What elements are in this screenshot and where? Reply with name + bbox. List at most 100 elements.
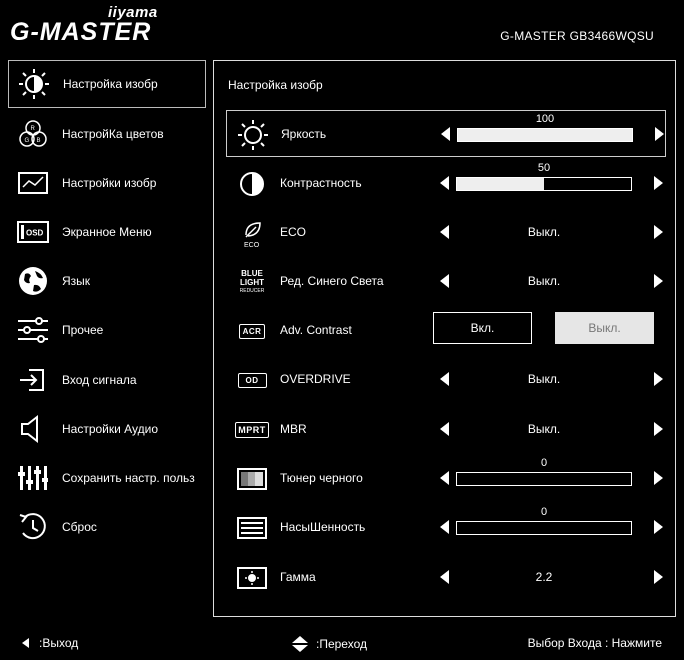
- input-signal-icon: [16, 363, 50, 397]
- increase-arrow-icon[interactable]: [654, 520, 663, 534]
- mprt-icon: MPRT: [235, 414, 269, 446]
- slider-value: 0: [540, 457, 548, 469]
- increase-arrow-icon[interactable]: [654, 570, 663, 584]
- saturation-slider[interactable]: [456, 521, 632, 535]
- footer-exit-label: :Выход: [39, 636, 79, 650]
- option-value: Выкл.: [527, 372, 561, 386]
- decrease-arrow-icon[interactable]: [440, 520, 449, 534]
- acr-icon: ACR: [236, 315, 268, 347]
- left-arrow-icon: [22, 638, 29, 648]
- increase-arrow-icon[interactable]: [654, 422, 663, 436]
- sidebar-item-color[interactable]: RG B НастройКа цветов: [8, 109, 206, 158]
- row-label: Контрастность: [280, 176, 362, 190]
- row-brightness[interactable]: Яркость 100: [226, 110, 666, 157]
- up-down-arrow-icon: [292, 636, 308, 652]
- gmaster-logo: G-MASTER: [10, 18, 152, 46]
- sidebar-item-label: НастройКа цветов: [62, 126, 164, 141]
- row-saturation[interactable]: НасыШенность 0: [226, 504, 666, 551]
- increase-arrow-icon[interactable]: [654, 176, 663, 190]
- panel-title: Настройка изобр: [228, 78, 323, 92]
- sidebar-item-label: Сохранить настр. польз: [62, 470, 195, 485]
- increase-arrow-icon[interactable]: [654, 471, 663, 485]
- option-value: Выкл.: [527, 225, 561, 239]
- row-contrast[interactable]: Контрастность 50: [226, 160, 666, 207]
- sidebar-item-label: Сброс: [62, 520, 97, 535]
- svg-text:R: R: [31, 126, 36, 132]
- brightness-icon: [17, 67, 51, 101]
- sidebar-item-save-user[interactable]: Сохранить настр. польз: [8, 453, 206, 502]
- svg-text:G: G: [25, 138, 30, 144]
- sidebar-item-reset[interactable]: Сброс: [8, 503, 206, 552]
- decrease-arrow-icon[interactable]: [440, 570, 449, 584]
- slider-fill: [457, 178, 544, 190]
- row-label: Adv. Contrast: [280, 323, 352, 337]
- slider-value: 0: [540, 506, 548, 518]
- svg-text:REDUCER: REDUCER: [240, 288, 265, 294]
- sidebar-item-label: Экранное Меню: [62, 224, 152, 239]
- rgb-color-icon: RG B: [16, 117, 50, 151]
- slider-fill: [458, 129, 632, 141]
- row-label: Тюнер черного: [280, 471, 363, 485]
- sliders-icon: [16, 313, 50, 347]
- toggle-on-button[interactable]: Вкл.: [433, 312, 532, 344]
- toggle-off-button[interactable]: Выкл.: [555, 312, 654, 344]
- black-tuner-slider[interactable]: [456, 472, 632, 486]
- sidebar-item-label: Настройка изобр: [63, 77, 158, 91]
- acr-icon-text: ACR: [238, 323, 266, 339]
- row-label: Яркость: [281, 127, 327, 141]
- equalizer-icon: [16, 461, 50, 495]
- sidebar-item-label: Настройки изобр: [62, 175, 157, 190]
- increase-arrow-icon[interactable]: [654, 274, 663, 288]
- sidebar-item-label: Язык: [62, 274, 91, 289]
- sidebar-item-label: Настройки Аудио: [62, 421, 159, 436]
- row-blue-light[interactable]: BLUE LIGHT REDUCER Ред. Синего Света Выкл.: [226, 258, 666, 305]
- decrease-arrow-icon[interactable]: [441, 127, 450, 141]
- eco-leaf-icon: ECO: [236, 217, 268, 249]
- sidebar-menu: Настройка изобр RG B НастройКа цветов Нас…: [8, 60, 206, 552]
- contrast-icon: [236, 168, 268, 200]
- increase-arrow-icon[interactable]: [654, 225, 663, 239]
- decrease-arrow-icon[interactable]: [440, 372, 449, 386]
- contrast-slider[interactable]: [456, 177, 632, 191]
- row-label: НасыШенность: [280, 520, 366, 534]
- row-label: MBR: [280, 422, 307, 436]
- brightness-icon: [237, 119, 269, 151]
- sidebar-item-language[interactable]: Язык: [8, 257, 206, 306]
- option-value: 2.2: [535, 570, 553, 584]
- slider-value: 50: [537, 162, 551, 174]
- black-tuner-icon: [236, 463, 268, 495]
- speaker-icon: [16, 412, 50, 446]
- decrease-arrow-icon[interactable]: [440, 225, 449, 239]
- row-overdrive[interactable]: OD OVERDRIVE Выкл.: [226, 356, 666, 403]
- sidebar-item-input[interactable]: Вход сигнала: [8, 355, 206, 404]
- row-mbr[interactable]: MPRT MBR Выкл.: [226, 406, 666, 453]
- sidebar-item-osd[interactable]: OSD Экранное Меню: [8, 207, 206, 256]
- decrease-arrow-icon[interactable]: [440, 422, 449, 436]
- row-adv-contrast[interactable]: ACR Adv. Contrast Вкл. Выкл.: [226, 307, 666, 354]
- row-label: Гамма: [280, 570, 316, 584]
- od-icon: OD: [236, 364, 268, 396]
- sidebar-item-misc[interactable]: Прочее: [8, 306, 206, 355]
- sidebar-item-image-settings[interactable]: Настройки изобр: [8, 158, 206, 207]
- sidebar-item-audio[interactable]: Настройки Аудио: [8, 404, 206, 453]
- decrease-arrow-icon[interactable]: [440, 274, 449, 288]
- settings-panel: Настройка изобр Яркость 100 Контрастност…: [213, 60, 676, 617]
- decrease-arrow-icon[interactable]: [440, 176, 449, 190]
- row-gamma[interactable]: Гамма 2.2: [226, 554, 666, 601]
- brightness-slider[interactable]: [457, 128, 633, 142]
- option-value: Выкл.: [527, 274, 561, 288]
- row-label: ECO: [280, 225, 307, 239]
- svg-text:B: B: [37, 138, 41, 144]
- decrease-arrow-icon[interactable]: [440, 471, 449, 485]
- increase-arrow-icon[interactable]: [655, 127, 664, 141]
- row-black-tuner[interactable]: Тюнер черного 0: [226, 455, 666, 502]
- osd-icon: OSD: [16, 215, 50, 249]
- row-eco[interactable]: ECO ECO Выкл.: [226, 209, 666, 256]
- saturation-icon: [236, 512, 268, 544]
- sidebar-item-picture[interactable]: Настройка изобр: [8, 60, 206, 108]
- od-icon-text: OD: [237, 372, 267, 388]
- eco-icon-text: ECO: [244, 242, 260, 249]
- row-label: OVERDRIVE: [280, 372, 351, 386]
- increase-arrow-icon[interactable]: [654, 372, 663, 386]
- model-name: G-MASTER GB3466WQSU: [500, 29, 654, 43]
